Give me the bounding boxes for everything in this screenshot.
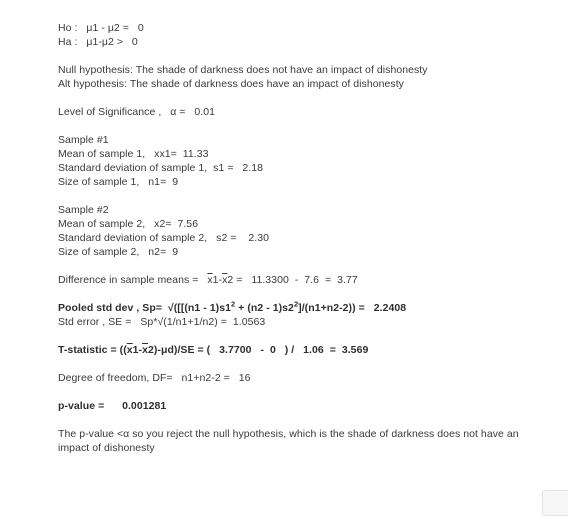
std-error-formula: Sp*√(1/n1+1/n2) = (140, 316, 227, 328)
partial-panel-corner (542, 490, 568, 516)
difference-in-means-line: Difference in sample means = x1-x2 = 11.… (58, 273, 558, 287)
alpha-value: 0.01 (194, 106, 216, 118)
degrees-of-freedom-label: Degree of freedom, DF= (58, 372, 173, 384)
x2-subscript: 2 = (227, 274, 243, 286)
sample-2-size-label: Size of sample 2, (58, 246, 140, 258)
pooled-formula-pre: √([[(n1 - 1)s1 (167, 302, 231, 314)
sample-2-size-value: 9 (172, 246, 179, 258)
difference-operator: - (294, 274, 299, 286)
sample-2-sd-line: Standard deviation of sample 2, s2 = 2.3… (58, 231, 558, 245)
std-error-line: Std error , SE = Sp*√(1/n1+1/n2) = 1.056… (58, 315, 558, 329)
p-value-line: p-value = 0.001281 (58, 399, 558, 413)
t-x1-subscript: 1- (132, 344, 143, 356)
p-value-label: p-value = (58, 400, 105, 412)
sample-1-size-symbol: n1= (148, 176, 167, 188)
sample-2-mean-symbol: x2= (154, 218, 172, 230)
t-denominator: 1.06 (303, 344, 324, 356)
null-hypothesis-symbolic-line: Ho : μ1 - μ2 = 0 (58, 22, 144, 34)
difference-equals: = (324, 274, 332, 286)
t-numerator-2: 0 (269, 344, 276, 356)
sample-1-size-line: Size of sample 1, n1= 9 (58, 175, 558, 189)
degrees-of-freedom-value: 16 (238, 372, 251, 384)
x1-subscript: 1- (212, 274, 223, 286)
t-statistic-label: T-statistic = (( (58, 344, 127, 356)
t-statistic-result: 3.569 (341, 344, 369, 356)
degrees-of-freedom-line: Degree of freedom, DF= n1+n2-2 = 16 (58, 371, 558, 385)
alt-hypothesis-text-line: Alt hypothesis: The shade of darkness do… (58, 78, 404, 90)
sample-1-mean-line: Mean of sample 1, xx1= 11.33 (58, 147, 558, 161)
sample-2-mean-line: Mean of sample 2, x2= 7.56 (58, 217, 558, 231)
alpha-symbol: α = (170, 106, 186, 118)
sample-2-heading: Sample #2 (58, 204, 109, 216)
sample-2-size-symbol: n2= (148, 246, 167, 258)
t-operator: - (260, 344, 264, 356)
null-hypothesis-text-line: Null hypothesis: The shade of darkness d… (58, 64, 428, 76)
t-x2-subscript: 2)-μd)/SE = ( (148, 344, 211, 356)
sample-1-heading: Sample #1 (58, 134, 109, 146)
statistics-worksheet: Ho : μ1 - μ2 = 0 Ha : μ1-μ2 > 0 Null hyp… (58, 21, 558, 455)
alt-hypothesis-symbolic-line: Ha : μ1-μ2 > 0 (58, 36, 138, 48)
pooled-std-dev-label: Pooled std dev , Sp= (58, 302, 162, 314)
sample-2-sd-value: 2.30 (248, 232, 269, 244)
sample-2-sd-label: Standard deviation of sample 2, (58, 232, 208, 244)
difference-operand-2: 7.6 (304, 274, 320, 286)
sample-2-mean-value: 7.56 (177, 218, 199, 230)
sample-1-sd-symbol: s1 = (213, 162, 234, 174)
p-value-result: 0.001281 (122, 400, 167, 412)
pooled-formula-post: ]/(n1+n2-2)) = (298, 302, 365, 314)
sample-2-size-line: Size of sample 2, n2= 9 (58, 245, 558, 259)
std-error-value: 1.0563 (232, 316, 266, 328)
level-of-significance-label: Level of Significance , (58, 106, 162, 118)
sample-1-mean-label: Mean of sample 1, (58, 148, 146, 160)
sample-2-mean-label: Mean of sample 2, (58, 218, 146, 230)
sample-1-size-label: Size of sample 1, (58, 176, 140, 188)
t-equals: = (329, 344, 336, 356)
t-numerator-1: 3.7700 (219, 344, 252, 356)
sample-1-mean-value: 11.33 (182, 148, 209, 160)
pooled-formula-mid: + (n2 - 1)s2 (235, 302, 294, 314)
sample-1-sd-value: 2.18 (242, 162, 264, 174)
sample-1-size-value: 9 (172, 176, 179, 188)
sample-1-mean-symbol: xx1= (154, 148, 177, 160)
t-statistic-line: T-statistic = ((x1-x2)-μd)/SE = ( 3.7700… (58, 343, 558, 357)
difference-operand-1: 11.3300 (251, 274, 289, 286)
level-of-significance-line: Level of Significance , α = 0.01 (58, 105, 558, 119)
t-close-paren: ) / (284, 344, 295, 356)
sample-1-sd-label: Standard deviation of sample 1, (58, 162, 208, 174)
sample-2-sd-symbol: s2 = (216, 232, 237, 244)
degrees-of-freedom-formula: n1+n2-2 = (181, 372, 230, 384)
difference-label: Difference in sample means = (58, 274, 199, 286)
difference-result: 3.77 (337, 274, 358, 286)
pooled-std-dev-line: Pooled std dev , Sp= √([[(n1 - 1)s12 + (… (58, 300, 558, 315)
pooled-std-dev-value: 2.2408 (373, 302, 407, 314)
sample-1-sd-line: Standard deviation of sample 1, s1 = 2.1… (58, 161, 558, 175)
std-error-label: Std error , SE = (58, 316, 132, 328)
conclusion-text: The p-value <α so you reject the null hy… (58, 428, 519, 454)
